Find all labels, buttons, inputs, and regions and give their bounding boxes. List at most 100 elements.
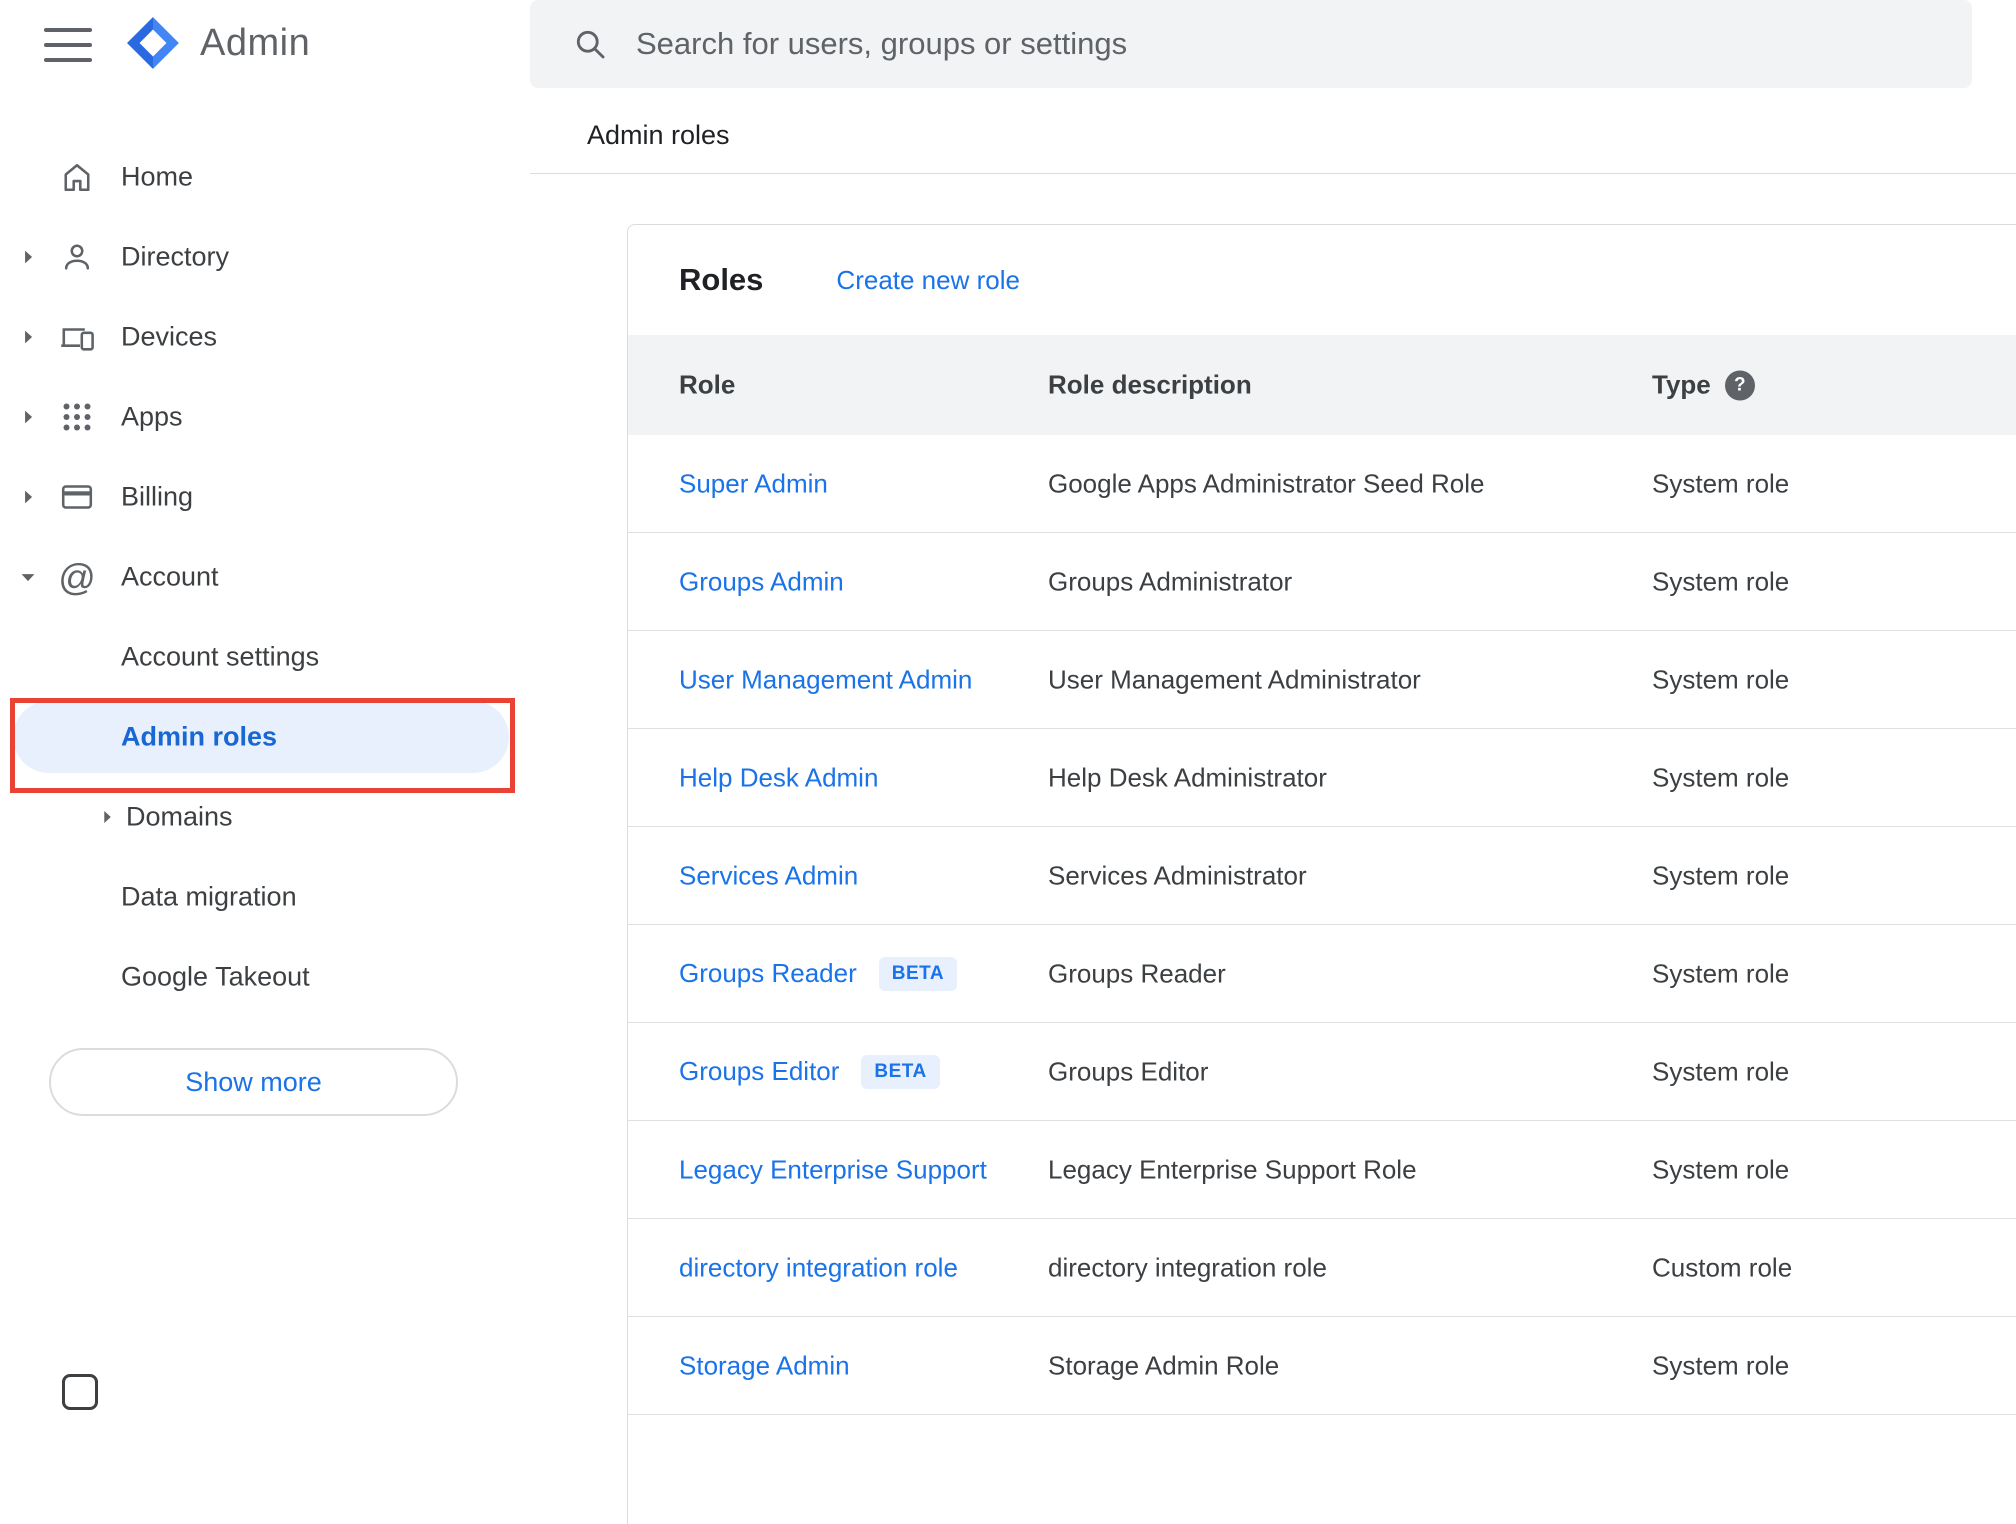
table-row: User Management Admin User Management Ad… (628, 631, 2016, 729)
sidebar-item-label: Google Takeout (121, 961, 310, 992)
sidebar-item-label: Devices (121, 321, 218, 352)
sidebar-item-label: Account settings (121, 641, 320, 672)
role-type: System role (1652, 664, 1790, 694)
show-more-button[interactable]: Show more (49, 1048, 458, 1116)
search-input[interactable] (636, 26, 1886, 62)
app-name: Admin (200, 21, 311, 64)
chevron-right-icon (14, 483, 42, 511)
sidebar-item-google-takeout[interactable]: Google Takeout (0, 937, 530, 1017)
at-icon: @ (58, 556, 96, 598)
beta-badge: BETA (861, 1054, 940, 1089)
sidebar-item-label: Home (121, 161, 194, 192)
divider (530, 173, 2016, 174)
devices-icon (58, 318, 96, 356)
role-link[interactable]: Groups Editor (679, 1056, 839, 1086)
role-link[interactable]: Help Desk Admin (679, 762, 878, 792)
sidebar-item-account[interactable]: @ Account (0, 537, 530, 617)
role-link[interactable]: Super Admin (679, 468, 828, 498)
table-row: Services Admin Services Administrator Sy… (628, 827, 2016, 925)
sidebar-item-label: Directory (121, 241, 230, 272)
card-header: Roles Create new role (628, 225, 2016, 335)
role-link[interactable]: directory integration role (679, 1252, 958, 1282)
table-row: Legacy Enterprise Support Legacy Enterpr… (628, 1121, 2016, 1219)
column-header-role: Role (679, 369, 736, 400)
role-type: System role (1652, 1056, 1790, 1086)
sidebar-item-home[interactable]: Home (0, 137, 530, 217)
role-link[interactable]: User Management Admin (679, 664, 972, 694)
chevron-right-icon (94, 804, 120, 830)
role-type: Custom role (1652, 1252, 1793, 1282)
role-type: System role (1652, 958, 1790, 988)
role-link[interactable]: Services Admin (679, 860, 858, 890)
table-row: Super Admin Google Apps Administrator Se… (628, 435, 2016, 533)
role-link[interactable]: Groups Admin (679, 566, 844, 596)
column-header-description: Role description (1048, 369, 1252, 400)
breadcrumb: Admin roles (587, 120, 730, 150)
role-description: Legacy Enterprise Support Role (1048, 1154, 1417, 1184)
role-description: User Management Administrator (1048, 664, 1421, 694)
role-type: System role (1652, 468, 1790, 498)
table-row: Storage Admin Storage Admin Role System … (628, 1317, 2016, 1415)
role-type: System role (1652, 1350, 1790, 1380)
sidebar-nav: Home Directory Devices Apps Billing @ Ac… (0, 137, 530, 1017)
admin-logo[interactable]: Admin (124, 12, 310, 74)
role-type: System role (1652, 566, 1790, 596)
column-header-type: Type ? (1652, 370, 1755, 401)
sidebar-item-label: Data migration (121, 881, 297, 912)
sidebar-item-label: Billing (121, 481, 194, 512)
roles-title: Roles (679, 262, 764, 297)
sidebar-item-account-settings[interactable]: Account settings (0, 617, 530, 697)
chevron-down-icon (14, 563, 42, 591)
apps-grid-icon (58, 398, 96, 436)
sidebar-item-label: Account (121, 561, 219, 592)
sidebar-item-directory[interactable]: Directory (0, 217, 530, 297)
hamburger-menu-button[interactable] (44, 28, 92, 62)
role-type: System role (1652, 860, 1790, 890)
sidebar-item-billing[interactable]: Billing (0, 457, 530, 537)
role-description: directory integration role (1048, 1252, 1327, 1282)
role-description: Groups Administrator (1048, 566, 1293, 596)
sidebar-item-data-migration[interactable]: Data migration (0, 857, 530, 937)
home-icon (58, 158, 96, 196)
role-description: Help Desk Administrator (1048, 762, 1327, 792)
roles-table-body: Super Admin Google Apps Administrator Se… (628, 435, 2016, 1415)
role-description: Storage Admin Role (1048, 1350, 1280, 1380)
column-header-type-label: Type (1652, 369, 1711, 400)
table-row: Groups Admin Groups Administrator System… (628, 533, 2016, 631)
chevron-right-icon (14, 323, 42, 351)
role-description: Groups Reader (1048, 958, 1226, 988)
partial-icon-button[interactable] (62, 1374, 98, 1410)
help-icon[interactable]: ? (1724, 370, 1755, 400)
table-row: directory integration role directory int… (628, 1219, 2016, 1317)
role-description: Services Administrator (1048, 860, 1307, 890)
sidebar-item-label: Apps (121, 401, 183, 432)
roles-card: Roles Create new role Role Role descript… (627, 224, 2016, 1524)
sidebar-item-label: Domains (126, 801, 233, 832)
role-description: Google Apps Administrator Seed Role (1048, 468, 1485, 498)
role-type: System role (1652, 762, 1790, 792)
table-header-row: Role Role description Type ? (628, 335, 2016, 435)
role-link[interactable]: Legacy Enterprise Support (679, 1154, 987, 1184)
sidebar: Admin Home Directory Devices Apps Billin… (0, 0, 530, 1410)
person-icon (58, 238, 96, 276)
role-description: Groups Editor (1048, 1056, 1209, 1086)
table-row: Groups Editor BETA Groups Editor System r… (628, 1023, 2016, 1121)
beta-badge: BETA (878, 956, 958, 991)
create-new-role-link[interactable]: Create new role (836, 265, 1020, 296)
main-content: Admin roles Roles Create new role Role R… (530, 0, 2016, 1524)
role-link[interactable]: Groups Reader (679, 958, 857, 988)
search-icon (576, 30, 605, 59)
sidebar-item-apps[interactable]: Apps (0, 377, 530, 457)
sidebar-item-domains[interactable]: Domains (0, 777, 530, 857)
table-row: Help Desk Admin Help Desk Administrator … (628, 729, 2016, 827)
search-bar (530, 0, 1972, 88)
billing-icon (58, 478, 96, 516)
sidebar-item-label: Admin roles (121, 721, 278, 752)
role-type: System role (1652, 1154, 1790, 1184)
sidebar-item-admin-roles[interactable]: Admin roles (0, 697, 530, 777)
role-link[interactable]: Storage Admin (679, 1350, 850, 1380)
sidebar-item-devices[interactable]: Devices (0, 297, 530, 377)
admin-logo-icon (127, 17, 179, 69)
table-row: Groups Reader BETA Groups Reader System r… (628, 925, 2016, 1023)
chevron-right-icon (14, 243, 42, 271)
